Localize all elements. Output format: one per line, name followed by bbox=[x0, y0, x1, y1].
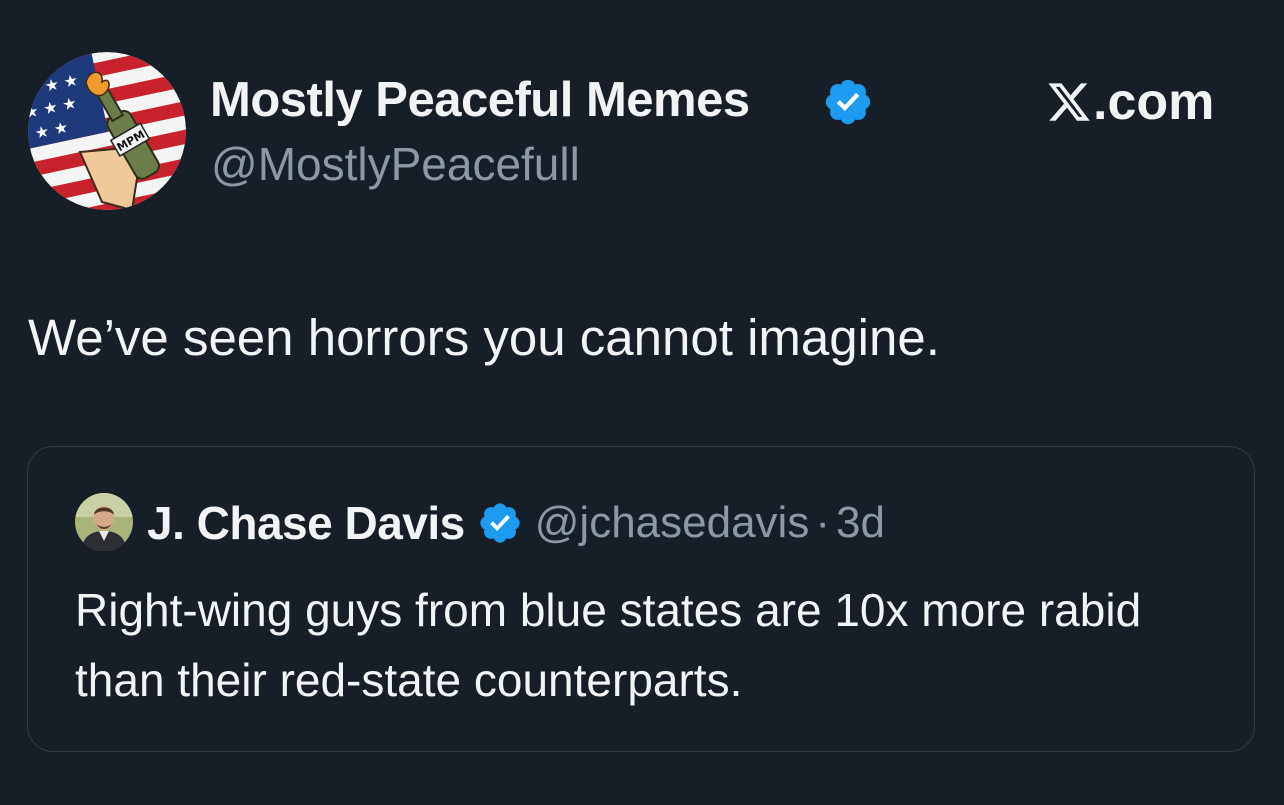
author-avatar[interactable]: ★ ★ ★ ★ ★ ★ ★ ★ MPM bbox=[28, 52, 186, 210]
author-display-name[interactable]: Mostly Peaceful Memes bbox=[210, 70, 750, 130]
flag-molotov-avatar-icon: ★ ★ ★ ★ ★ ★ ★ ★ MPM bbox=[28, 52, 186, 210]
tweet-text: We’ve seen horrors you cannot imagine. bbox=[28, 309, 940, 366]
quoted-author-display-name[interactable]: J. Chase Davis bbox=[147, 496, 465, 550]
quoted-author-avatar[interactable] bbox=[75, 493, 133, 551]
quoted-tweet-text: Right-wing guys from blue states are 10x… bbox=[75, 584, 1142, 706]
profile-photo-avatar-icon bbox=[75, 493, 133, 551]
quoted-tweet-timestamp[interactable]: 3d bbox=[836, 498, 885, 548]
x-brand-watermark: .com bbox=[1046, 72, 1214, 132]
quoted-tweet-card[interactable]: J. Chase Davis @jchasedavis · 3d Right-w… bbox=[27, 446, 1255, 752]
quoted-author-handle[interactable]: @jchasedavis bbox=[535, 498, 810, 548]
verified-badge-icon bbox=[825, 79, 871, 125]
separator-dot: · bbox=[815, 498, 830, 547]
brand-suffix: .com bbox=[1093, 73, 1215, 131]
author-handle[interactable]: @MostlyPeacefull bbox=[211, 136, 580, 192]
verified-badge-icon bbox=[480, 503, 520, 543]
x-logo-icon bbox=[1048, 83, 1090, 121]
quoted-tweet-header: J. Chase Davis @jchasedavis · 3d bbox=[147, 493, 885, 553]
